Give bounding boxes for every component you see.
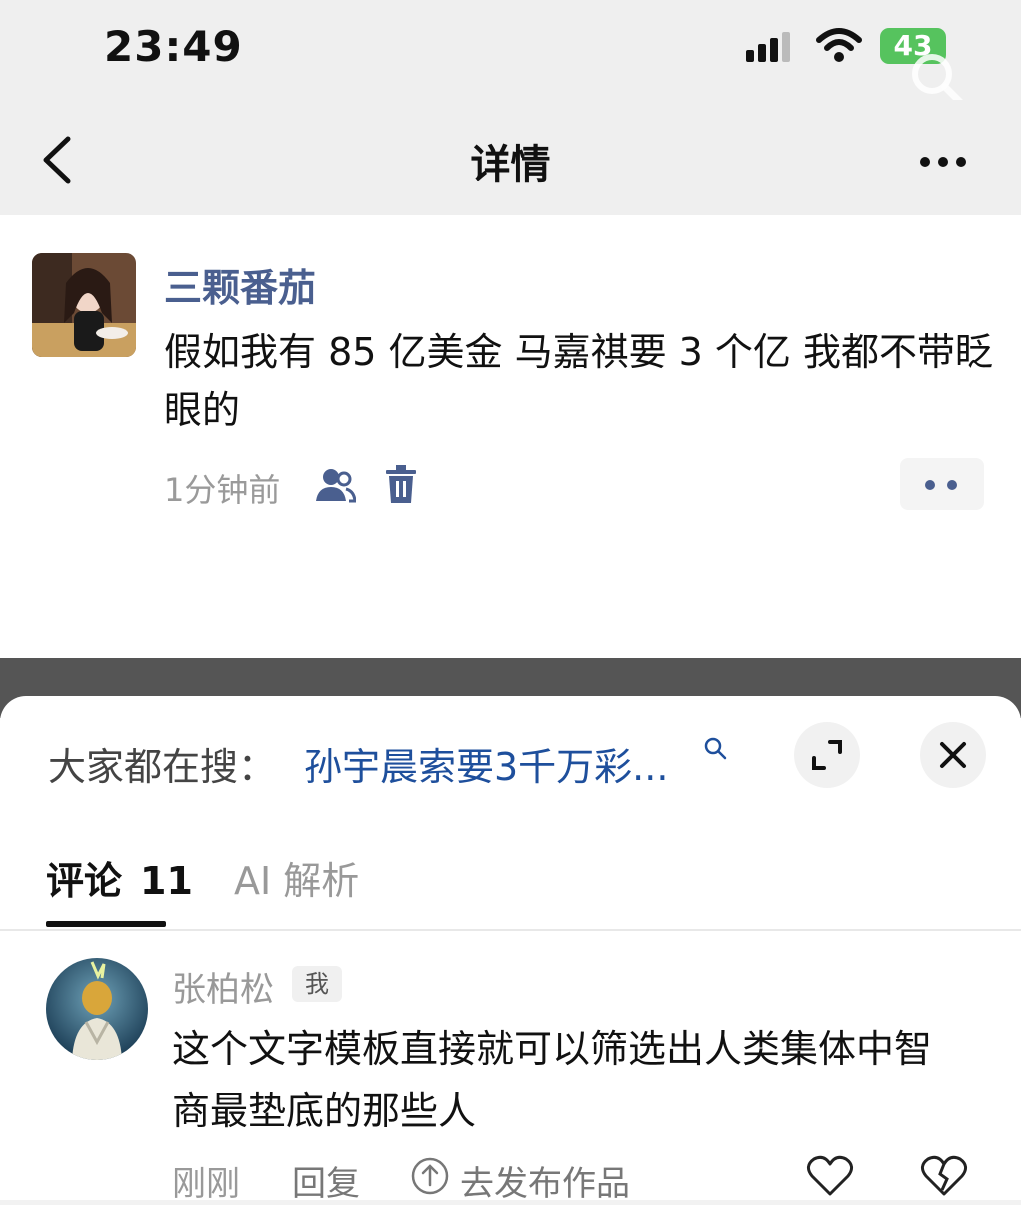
- comments-sheet: 大家都在搜： 孙宇晨索要3千万彩... 评论 11 AI 解析 张柏松 我 这个…: [0, 696, 1021, 1204]
- divider: [0, 929, 1021, 931]
- comment-avatar[interactable]: [46, 958, 148, 1060]
- expand-button[interactable]: [794, 722, 860, 788]
- close-button[interactable]: [920, 722, 986, 788]
- nav-bar: 详情: [0, 100, 1021, 215]
- post-avatar[interactable]: [32, 253, 136, 357]
- post-text: 假如我有 85 亿美金 马嘉祺要 3 个亿 我都不带眨眼的: [164, 330, 994, 432]
- comment-author[interactable]: 张柏松: [172, 962, 274, 1011]
- close-icon: [940, 742, 966, 768]
- publish-work-link[interactable]: 去发布作品: [460, 1156, 630, 1205]
- tab-comments-count: 11: [140, 859, 193, 903]
- post-card: 三颗番茄 假如我有 85 亿美金 马嘉祺要 3 个亿 我都不带眨眼的 1分钟前: [0, 215, 1021, 658]
- tab-ai-analysis[interactable]: AI 解析: [234, 850, 359, 905]
- post-time: 1分钟前: [164, 471, 281, 509]
- expand-icon: [812, 740, 842, 770]
- more-icon[interactable]: [920, 152, 976, 167]
- trending-query-link[interactable]: 孙宇晨索要3千万彩...: [304, 736, 668, 791]
- me-badge: 我: [292, 966, 342, 1002]
- trending-label: 大家都在搜：: [48, 745, 277, 789]
- signal-icon: [746, 32, 790, 62]
- search-icon: [704, 737, 727, 760]
- trash-icon[interactable]: [386, 465, 416, 503]
- reply-button[interactable]: 回复: [292, 1156, 360, 1205]
- post-action-button[interactable]: [900, 458, 984, 510]
- broken-heart-icon[interactable]: [920, 1154, 968, 1198]
- post-author[interactable]: 三颗番茄: [164, 257, 316, 312]
- tab-comments[interactable]: 评论 11: [46, 850, 193, 905]
- page-title: 详情: [470, 142, 551, 188]
- status-time: 23:49: [104, 22, 243, 71]
- status-bar: 23:49 43: [0, 0, 1021, 108]
- wifi-icon: [816, 28, 862, 62]
- heart-icon[interactable]: [806, 1154, 854, 1198]
- comment-text: 这个文字模板直接就可以筛选出人类集体中智商最垫底的那些人: [172, 1027, 933, 1133]
- tab-comments-label: 评论: [46, 859, 123, 903]
- active-tab-indicator: [46, 921, 166, 927]
- people-icon[interactable]: [316, 467, 356, 503]
- comment-time: 刚刚: [172, 1164, 240, 1204]
- up-arrow-circle-icon[interactable]: [410, 1156, 450, 1196]
